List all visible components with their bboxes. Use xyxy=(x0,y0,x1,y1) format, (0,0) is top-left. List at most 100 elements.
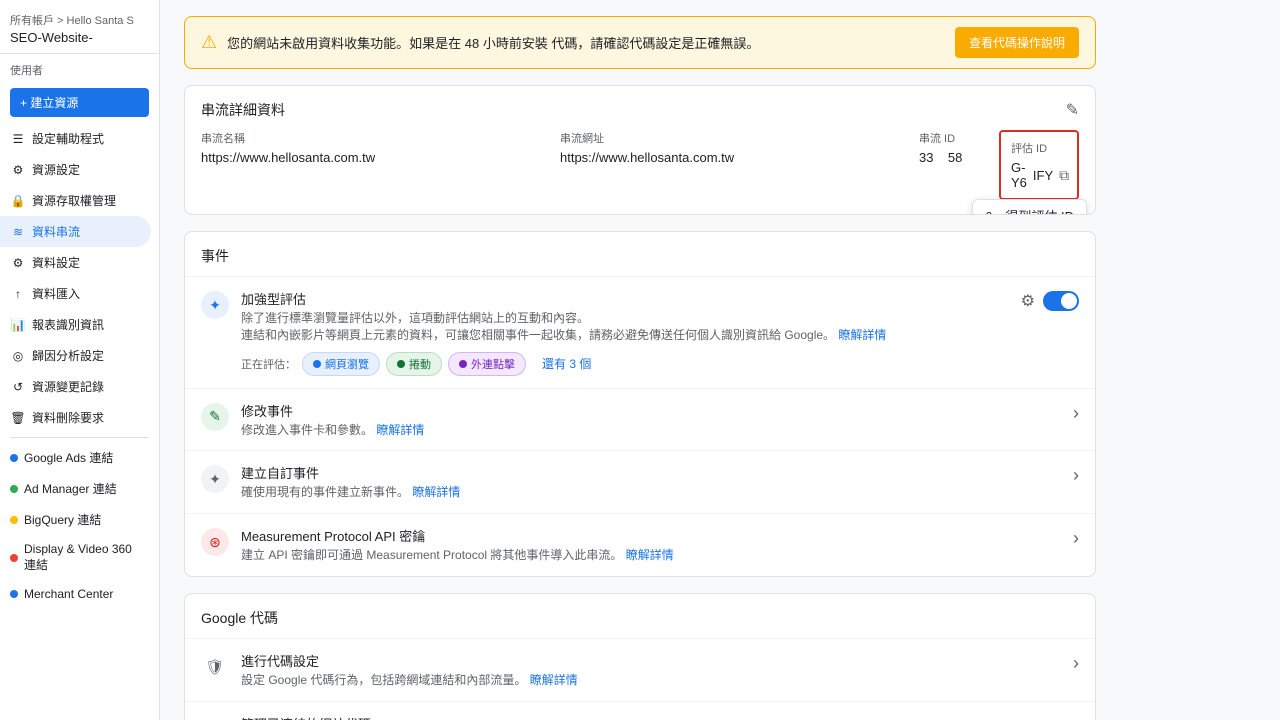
setup-tag-item[interactable]: 🛡 進行代碼設定 設定 Google 代碼行為，包括跨網域連結和內部流量。 瞭解… xyxy=(185,638,1095,701)
stream-url-value: https://www.hellosanta.com.tw xyxy=(560,150,899,165)
measurement-protocol-content: Measurement Protocol API 密鑰 建立 API 密鑰即可通… xyxy=(241,526,1061,564)
enhanced-measurement-actions: ⚙ xyxy=(1021,291,1079,311)
sidebar-item-google-ads[interactable]: Google Ads 連結 xyxy=(0,442,151,473)
app-name: SEO-Website- xyxy=(10,30,149,45)
sidebar-item-label: Display & Video 360 連結 xyxy=(24,542,141,573)
stream-details-title: 串流詳細資料 xyxy=(201,100,285,120)
history-icon: ↺ xyxy=(10,379,26,395)
chip-more[interactable]: 還有 3 個 xyxy=(532,352,601,375)
chip-page-view[interactable]: 網頁瀏覽 xyxy=(302,352,380,376)
enhanced-learn-more-link[interactable]: 瞭解詳情 xyxy=(838,328,886,342)
chip-scroll[interactable]: 捲動 xyxy=(386,352,442,376)
manage-tag-item[interactable]: ‹/› 管理已連結的網站代碼 通過這個串流的網頁買內 Google 代碼，載入其… xyxy=(185,701,1095,720)
modify-events-action: › xyxy=(1073,403,1079,424)
warning-text: 您的網站未啟用資料收集功能。如果是在 48 小時前安裝 代碼，請確認代碼設定是正… xyxy=(227,33,945,52)
copy-icon[interactable]: ⧉ xyxy=(1059,167,1069,184)
enhanced-measurement-toggle[interactable] xyxy=(1043,291,1079,311)
edit-icon[interactable]: ✎ xyxy=(1066,100,1079,120)
main-content: ⚠ 您的網站未啟用資料收集功能。如果是在 48 小時前安裝 代碼，請確認代碼設定… xyxy=(160,0,1280,720)
measurement-id-col: 評估 ID G-Y6 IFY ⧉ 6、得到評估 ID xyxy=(999,130,1079,200)
breadcrumb: 所有帳戶 > Hello Santa S xyxy=(10,12,149,28)
sidebar-item-report-id[interactable]: 📊 報表識別資訊 xyxy=(0,309,151,340)
chip-outbound[interactable]: 外連點擊 xyxy=(448,352,526,376)
enhanced-measurement-icon: ✦ xyxy=(201,291,229,319)
dot-blue-icon xyxy=(10,454,18,462)
sidebar-item-ad-manager[interactable]: Ad Manager 連結 xyxy=(0,473,151,504)
chevron-right-icon2: › xyxy=(1073,465,1079,486)
sidebar-item-setup[interactable]: ☰ 設定輔助程式 xyxy=(0,123,151,154)
modify-events-title: 修改事件 xyxy=(241,401,1061,420)
sidebar-item-settings[interactable]: ⚙ 資源設定 xyxy=(0,154,151,185)
chevron-right-icon3: › xyxy=(1073,528,1079,549)
chevron-right-icon: › xyxy=(1073,403,1079,424)
sidebar-item-data-settings[interactable]: ⚙ 資料設定 xyxy=(0,247,151,278)
sidebar-item-label: 資源變更記錄 xyxy=(32,378,104,395)
sidebar-item-delete-request[interactable]: 🗑 資料刪除要求 xyxy=(0,402,151,433)
dot-yellow-icon xyxy=(10,516,18,524)
attribution-icon: ◎ xyxy=(10,348,26,364)
sidebar-item-bigquery[interactable]: BigQuery 連結 xyxy=(0,504,151,535)
setup-tag-icon: 🛡 xyxy=(201,653,229,681)
chip-dot-purple xyxy=(459,360,467,368)
view-code-instructions-button[interactable]: 查看代碼操作說明 xyxy=(955,27,1079,58)
setup-tag-action: › xyxy=(1073,653,1079,674)
measurement-protocol-item[interactable]: ⊛ Measurement Protocol API 密鑰 建立 API 密鑰即… xyxy=(185,513,1095,576)
sidebar-item-access[interactable]: 🔒 資源存取權管理 xyxy=(0,185,151,216)
sidebar-item-region-settings[interactable]: ◎ 歸因分析設定 xyxy=(0,340,151,371)
measurement-protocol-title: Measurement Protocol API 密鑰 xyxy=(241,526,1061,545)
dot-red-icon xyxy=(10,554,18,562)
chevron-right-icon4: › xyxy=(1073,653,1079,674)
protocol-learn-more-link[interactable]: 瞭解詳情 xyxy=(626,548,674,562)
modify-events-item[interactable]: ✎ 修改事件 修改進入事件卡和參數。 瞭解詳情 › xyxy=(185,388,1095,451)
sidebar-item-label: 資料刪除要求 xyxy=(32,409,104,426)
measurement-id-tooltip: 6、得到評估 ID xyxy=(972,199,1087,215)
sidebar-item-data-import[interactable]: ↑ 資料匯入 xyxy=(0,278,151,309)
chip-dot-green xyxy=(397,360,405,368)
enhanced-measurement-desc: 除了進行標準瀏覽量評估以外，這項動評估網站上的互動和內容。 連結和內嵌影片等網頁… xyxy=(241,310,1009,344)
sidebar-item-merchant-center[interactable]: Merchant Center xyxy=(0,580,151,608)
delete-icon: 🗑 xyxy=(10,410,26,426)
create-resource-button[interactable]: + 建立資源 xyxy=(10,88,149,117)
sidebar-item-label: Merchant Center xyxy=(24,587,113,601)
sidebar-item-label: 報表識別資訊 xyxy=(32,316,104,333)
enhanced-measurement-content: 加強型評估 除了進行標準瀏覽量評估以外，這項動評估網站上的互動和內容。 連結和內… xyxy=(241,289,1009,376)
sidebar-item-data-stream[interactable]: ≋ 資料串流 xyxy=(0,216,151,247)
measurement-protocol-action: › xyxy=(1073,528,1079,549)
modify-events-content: 修改事件 修改進入事件卡和參數。 瞭解詳情 xyxy=(241,401,1061,439)
sidebar-item-label: 資料設定 xyxy=(32,254,80,271)
stream-details-card: 串流詳細資料 ✎ 串流名稱 https://www.hellosanta.com… xyxy=(184,85,1096,215)
sidebar-item-display-video[interactable]: Display & Video 360 連結 xyxy=(0,535,151,580)
custom-events-icon: ✦ xyxy=(201,465,229,493)
custom-learn-more-link[interactable]: 瞭解詳情 xyxy=(412,485,460,499)
stream-name-label: 串流名稱 xyxy=(201,130,540,146)
stream-id-value: 33 58 xyxy=(919,150,979,165)
setup-tag-title: 進行代碼設定 xyxy=(241,651,1061,670)
manage-tag-action: 已連結 1 個 › xyxy=(1009,716,1079,720)
tag-label: 正在評估： xyxy=(241,356,296,372)
sidebar-item-label: 設定輔助程式 xyxy=(32,130,104,147)
enhanced-measurement-item[interactable]: ✦ 加強型評估 除了進行標準瀏覽量評估以外，這項動評估網站上的互動和內容。 連結… xyxy=(185,276,1095,388)
custom-events-content: 建立自訂事件 確使用現有的事件建立新事件。 瞭解詳情 xyxy=(241,463,1061,501)
settings-gear-icon[interactable]: ⚙ xyxy=(1021,291,1035,311)
stream-details-grid: 串流名稱 https://www.hellosanta.com.tw 串流網址 … xyxy=(185,130,1095,214)
custom-events-item[interactable]: ✦ 建立自訂事件 確使用現有的事件建立新事件。 瞭解詳情 › xyxy=(185,450,1095,513)
sidebar-item-label: BigQuery 連結 xyxy=(24,511,101,528)
sidebar-item-label: 資源存取權管理 xyxy=(32,192,116,209)
sidebar: 所有帳戶 > Hello Santa S SEO-Website- 使用者 + … xyxy=(0,0,160,720)
warning-icon: ⚠ xyxy=(201,32,217,53)
sidebar-item-change-log[interactable]: ↺ 資源變更記錄 xyxy=(0,371,151,402)
upload-icon: ↑ xyxy=(10,286,26,302)
stream-id-col: 串流 ID 33 58 xyxy=(919,130,999,165)
events-section-title: 事件 xyxy=(185,232,1095,276)
modify-events-icon: ✎ xyxy=(201,403,229,431)
manage-tag-content: 管理已連結的網站代碼 通過這個串流的網頁買內 Google 代碼，載入其他資源或… xyxy=(241,714,997,720)
chip-dot-blue xyxy=(313,360,321,368)
measurement-id-label: 評估 ID xyxy=(1011,140,1067,156)
modify-learn-more-link[interactable]: 瞭解詳情 xyxy=(376,423,424,437)
tune-icon: ⚙ xyxy=(10,255,26,271)
dot-blue2-icon xyxy=(10,590,18,598)
list-icon: ☰ xyxy=(10,131,26,147)
sidebar-item-label: 資料串流 xyxy=(32,223,80,240)
stream-id-label: 串流 ID xyxy=(919,130,979,146)
setup-tag-learn-more[interactable]: 瞭解詳情 xyxy=(530,673,578,687)
